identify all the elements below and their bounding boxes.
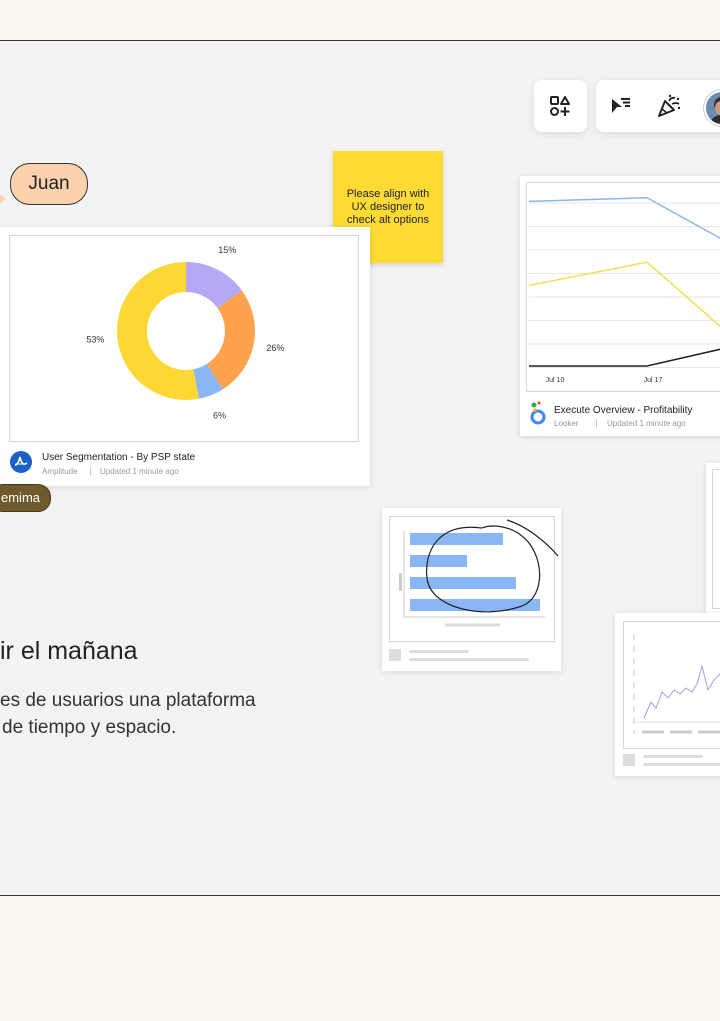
card-source: Amplitude — [42, 467, 78, 476]
bar-chart-placeholder-card[interactable] — [382, 508, 561, 671]
donut-chart-card[interactable]: 15% 26% 6% 53% User Segmentation - By PSP s… — [0, 227, 370, 486]
party-popper-icon[interactable] — [654, 91, 684, 121]
shapes-toolbar — [534, 80, 587, 132]
donut-slice-label: 15% — [218, 245, 236, 255]
shapes-add-icon[interactable] — [545, 91, 575, 121]
offscreen-card[interactable] — [706, 463, 720, 613]
tools-toolbar — [596, 80, 720, 132]
whiteboard-canvas[interactable]: Juan Please align with UX designer to ch… — [0, 41, 720, 895]
freehand-scribble — [425, 519, 559, 613]
line-chart: Jul 10 Jul 17 — [528, 196, 720, 384]
x-tick-label: Jul 10 — [546, 377, 565, 384]
placeholder-line-chart — [632, 634, 720, 734]
donut-slice[interactable] — [206, 290, 255, 390]
sticky-note-text: Please align with UX designer to check a… — [346, 187, 430, 226]
hero-paragraph: es de usuarios una plataforma de tiempo … — [0, 687, 256, 741]
placeholder-avatar-icon — [389, 649, 401, 661]
line-chart-card[interactable]: Jul 10 Jul 17 Execute Overview - Profitab… — [520, 176, 720, 436]
offscreen-card-frame — [712, 469, 720, 609]
card-title: User Segmentation - By PSP state — [42, 452, 196, 463]
meta-divider — [90, 467, 91, 476]
x-tick-label: Jul 17 — [644, 377, 663, 384]
amplitude-logo-icon — [10, 451, 32, 473]
placeholder-text-line — [643, 755, 703, 758]
avatar[interactable] — [704, 90, 720, 126]
hero-paragraph-line: de tiempo y espacio. — [2, 717, 177, 738]
card-updated: Updated 1 minute ago — [607, 419, 686, 428]
line-chart-placeholder-frame — [623, 621, 720, 749]
looker-logo-icon — [530, 401, 548, 425]
donut-chart-frame: 15% 26% 6% 53% — [9, 235, 359, 442]
top-band — [0, 0, 720, 41]
card-updated: Updated 1 minute ago — [100, 467, 179, 476]
collaborator-cursor-label: Juan — [10, 163, 88, 205]
hero-paragraph-line: es de usuarios una plataforma — [0, 690, 256, 711]
placeholder-text-line — [409, 650, 469, 653]
placeholder-avatar-icon — [623, 754, 635, 766]
donut-slice-label: 26% — [266, 343, 284, 353]
hero-heading: ir el mañana — [0, 637, 138, 665]
donut-chart: 15% 26% 6% 53% — [86, 245, 284, 421]
card-source: Looker — [554, 419, 579, 428]
line-chart-placeholder-card[interactable] — [615, 613, 720, 776]
line-chart-frame: Jul 10 Jul 17 — [526, 182, 720, 392]
line-series[interactable] — [528, 196, 720, 250]
collaborator-name-pill: emima — [0, 484, 52, 512]
meta-divider — [596, 419, 597, 428]
bottom-band — [0, 895, 720, 1021]
placeholder-text-line — [643, 763, 720, 766]
cursor-select-icon[interactable] — [606, 91, 636, 121]
donut-slice-label: 53% — [86, 335, 104, 345]
line-series[interactable] — [529, 345, 720, 367]
cursor-pointer-icon — [0, 193, 6, 205]
placeholder-text-line — [409, 658, 529, 661]
line-series[interactable] — [528, 261, 720, 344]
donut-slice-label: 6% — [213, 411, 226, 421]
card-title: Execute Overview - Profitability — [554, 405, 693, 416]
